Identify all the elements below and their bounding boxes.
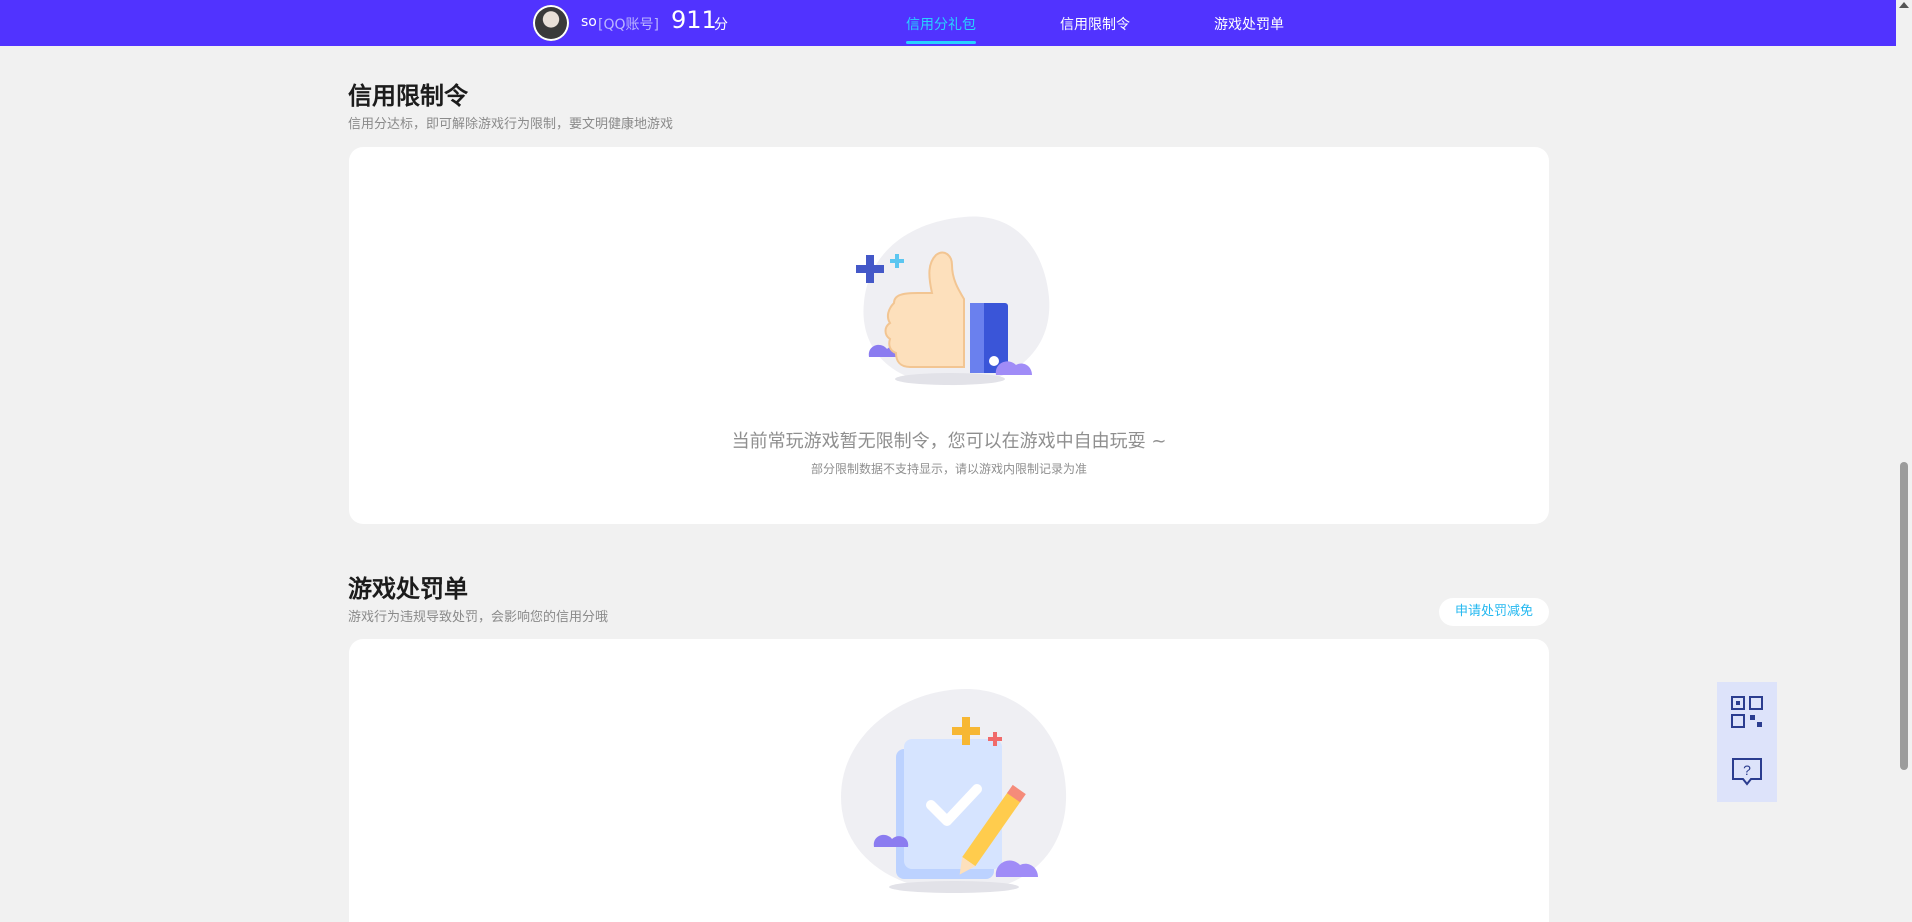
tab-credit-gift[interactable]: 信用分礼包 <box>906 14 976 34</box>
restriction-empty-note: 部分限制数据不支持显示，请以游戏内限制记录为准 <box>810 462 1087 476</box>
credit-score-unit: 分 <box>714 17 728 33</box>
tab-game-penalty[interactable]: 游戏处罚单 <box>1214 14 1284 34</box>
tab-credit-restriction[interactable]: 信用限制令 <box>1060 14 1130 34</box>
help-chat-icon: ? <box>1732 758 1762 786</box>
thumbs-up-illustration <box>856 216 1050 386</box>
help-button[interactable]: ? <box>1717 742 1777 802</box>
top-nav-bar: so [QQ账号] 911 分 信用分礼包 信用限制令 游戏处罚单 <box>0 0 1896 46</box>
qr-code-button[interactable] <box>1717 682 1777 742</box>
avatar[interactable] <box>533 5 569 41</box>
account-type: [QQ账号] <box>598 17 659 33</box>
svg-text:?: ? <box>1743 762 1751 778</box>
checklist-illustration <box>841 689 1067 893</box>
restriction-empty-title: 当前常玩游戏暂无限制令，您可以在游戏中自由玩耍 ~ <box>731 431 1167 452</box>
active-tab-indicator <box>906 41 976 44</box>
scrollbar-track[interactable] <box>1896 0 1912 922</box>
username: so <box>581 14 597 30</box>
penalty-card <box>349 639 1549 922</box>
restriction-card: 当前常玩游戏暂无限制令，您可以在游戏中自由玩耍 ~ 部分限制数据不支持显示，请以… <box>349 147 1549 524</box>
scrollbar-thumb[interactable] <box>1900 462 1908 770</box>
restriction-section-subtitle: 信用分达标，即可解除游戏行为限制，要文明健康地游戏 <box>348 117 674 132</box>
restriction-section-title: 信用限制令 <box>348 82 468 110</box>
penalty-section-subtitle: 游戏行为违规导致处罚，会影响您的信用分哦 <box>348 610 609 625</box>
penalty-section-title: 游戏处罚单 <box>348 575 468 603</box>
scroll-up-arrow-icon[interactable] <box>1899 2 1909 8</box>
credit-score: 911 <box>671 6 717 34</box>
apply-penalty-reduction-button[interactable]: 申请处罚减免 <box>1439 598 1549 626</box>
qr-code-icon <box>1731 696 1763 728</box>
